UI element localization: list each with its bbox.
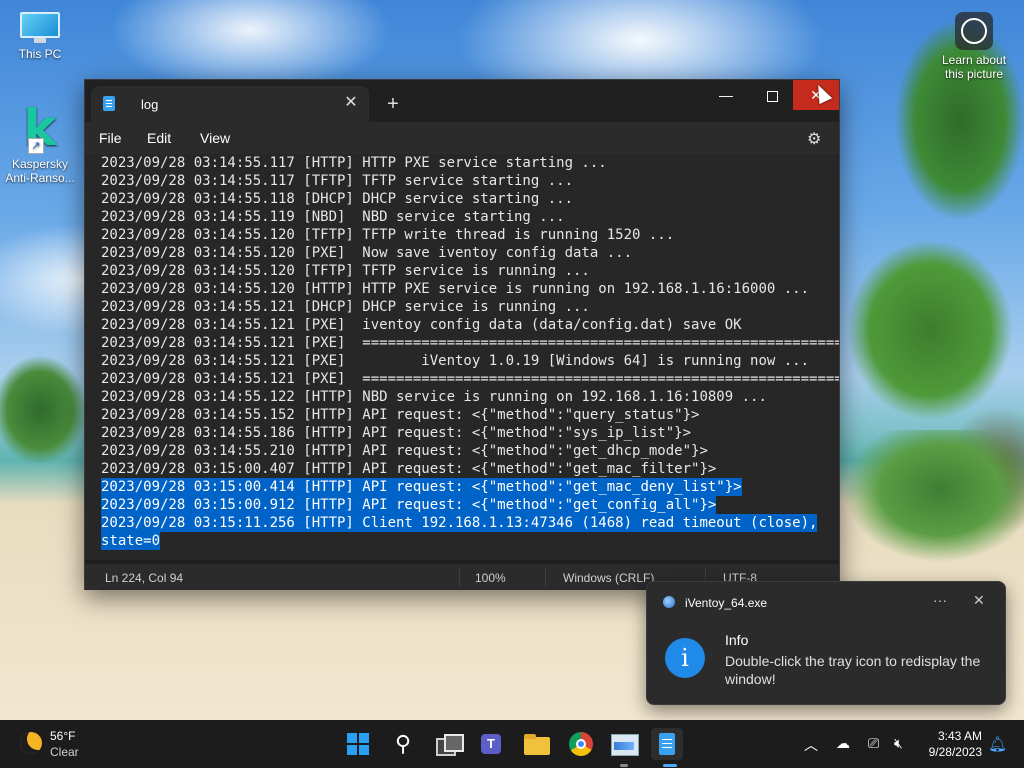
log-line: 2023/09/28 03:14:55.119 [NBD] NBD servic… (101, 209, 565, 225)
log-line: 2023/09/28 03:14:55.120 [TFTP] TFTP writ… (101, 227, 675, 243)
notification-bell-icon[interactable]: 🔔︎ (988, 735, 1007, 753)
file-explorer-icon[interactable] (521, 728, 553, 760)
toast-title: Info (725, 632, 749, 648)
chevron-up-icon[interactable]: ︿ (804, 735, 818, 755)
learn-about-label: Learn about this picture (941, 53, 1007, 81)
weather-temperature: 56°F (50, 729, 76, 743)
iventoy-taskbar-icon[interactable] (608, 728, 640, 760)
log-line: 2023/09/28 03:15:00.407 [HTTP] API reque… (101, 461, 717, 477)
close-tab-icon[interactable]: ✕ (339, 91, 363, 115)
log-line: 2023/09/28 03:14:55.117 [HTTP] HTTP PXE … (101, 155, 607, 171)
log-line-selected: state=0 (101, 532, 161, 550)
info-icon: i (665, 638, 705, 678)
monitor-icon (18, 8, 62, 44)
title-bar[interactable]: log ✕ + — ✕ (85, 80, 839, 122)
learn-about-picture[interactable]: Learn about this picture (934, 12, 1014, 81)
desktop-icon-this-pc[interactable]: This PC (0, 8, 80, 61)
log-line: 2023/09/28 03:14:55.122 [HTTP] NBD servi… (101, 389, 767, 405)
notepad-window[interactable]: log ✕ + — ✕ File Edit View ⚙ 2023/09/28 … (84, 79, 840, 590)
log-line: 2023/09/28 03:14:55.120 [PXE] Now save i… (101, 245, 633, 261)
log-line: 2023/09/28 03:14:55.121 [PXE] iventoy co… (101, 317, 742, 333)
new-tab-button[interactable]: + (381, 92, 405, 116)
tab-title: log (141, 97, 159, 112)
line-ending[interactable]: Windows (CRLF) (563, 571, 654, 585)
clock-time[interactable]: 3:43 AM (930, 729, 982, 743)
toast-message: Double-click the tray icon to redisplay … (725, 653, 981, 687)
text-editor[interactable]: 2023/09/28 03:14:55.117 [HTTP] HTTP PXE … (85, 154, 839, 560)
volume-muted-icon[interactable]: 🔇︎ (894, 735, 903, 752)
notepad-taskbar-icon[interactable] (651, 728, 683, 760)
iventoy-app-icon (663, 596, 675, 608)
kaspersky-icon: k ↗ (23, 99, 57, 157)
status-divider (545, 568, 546, 586)
menu-bar: File Edit View ⚙ (85, 122, 839, 154)
more-options-icon[interactable]: ··· (933, 592, 947, 608)
notepad-icon (103, 96, 115, 111)
wallpaper-tree (840, 430, 1024, 580)
shortcut-arrow-icon: ↗ (28, 138, 44, 154)
onedrive-icon[interactable]: ☁ (836, 735, 850, 752)
log-line: 2023/09/28 03:14:55.121 [PXE] iVentoy 1.… (101, 353, 810, 369)
log-line: 2023/09/28 03:14:55.121 [DHCP] DHCP serv… (101, 299, 590, 315)
toast-app-name: iVentoy_64.exe (685, 596, 768, 610)
weather-condition: Clear (50, 745, 79, 759)
moon-icon (20, 732, 42, 754)
tab-log[interactable]: log ✕ (91, 86, 369, 122)
log-line: 2023/09/28 03:14:55.120 [TFTP] TFTP serv… (101, 263, 590, 279)
task-view-icon[interactable] (432, 728, 464, 760)
active-indicator (663, 764, 677, 767)
log-line-selected: 2023/09/28 03:15:00.414 [HTTP] API reque… (101, 478, 742, 496)
minimize-button[interactable]: — (703, 80, 749, 110)
log-line: 2023/09/28 03:14:55.117 [TFTP] TFTP serv… (101, 173, 574, 189)
menu-edit[interactable]: Edit (147, 130, 171, 146)
network-icon[interactable]: ⎚ (868, 735, 879, 752)
camera-icon (955, 12, 993, 50)
start-button[interactable] (342, 728, 374, 760)
teams-icon[interactable]: T (477, 728, 509, 760)
menu-view[interactable]: View (200, 130, 230, 146)
log-line: 2023/09/28 03:14:55.210 [HTTP] API reque… (101, 443, 708, 459)
desktop-icon-label: This PC (18, 47, 62, 61)
cursor-position: Ln 224, Col 94 (105, 571, 184, 585)
chrome-icon[interactable] (565, 728, 597, 760)
log-line: 2023/09/28 03:14:55.186 [HTTP] API reque… (101, 425, 692, 441)
maximize-button[interactable] (749, 80, 795, 110)
search-icon[interactable]: ⚲ (387, 728, 419, 760)
log-line-selected: 2023/09/28 03:15:00.912 [HTTP] API reque… (101, 496, 717, 514)
log-line: 2023/09/28 03:14:55.118 [DHCP] DHCP serv… (101, 191, 574, 207)
status-divider (459, 568, 460, 586)
zoom-level[interactable]: 100% (475, 571, 506, 585)
log-line: 2023/09/28 03:14:55.121 [PXE] ==========… (101, 335, 839, 351)
log-line: 2023/09/28 03:14:55.121 [PXE] ==========… (101, 371, 839, 387)
log-line-selected: 2023/09/28 03:15:11.256 [HTTP] Client 19… (101, 514, 818, 532)
wallpaper-palm-tree-left (0, 330, 90, 530)
menu-file[interactable]: File (99, 130, 122, 146)
close-icon[interactable]: ✕ (973, 592, 985, 609)
taskbar: 56°F Clear ⚲ T ︿ ☁ ⎚ 🔇︎ 3:43 AM 9/28/202… (0, 720, 1024, 768)
desktop-icon-kaspersky[interactable]: k ↗ Kaspersky Anti-Ranso... (0, 99, 80, 185)
desktop-icon-label: Kaspersky Anti-Ranso... (5, 157, 75, 185)
log-line: 2023/09/28 03:14:55.152 [HTTP] API reque… (101, 407, 700, 423)
log-line: 2023/09/28 03:14:55.120 [HTTP] HTTP PXE … (101, 281, 810, 297)
clock-date[interactable]: 9/28/2023 (920, 745, 982, 759)
toast-notification[interactable]: iVentoy_64.exe ··· ✕ i Info Double-click… (646, 581, 1006, 705)
running-indicator (620, 764, 628, 767)
settings-gear-icon[interactable]: ⚙ (807, 129, 821, 149)
